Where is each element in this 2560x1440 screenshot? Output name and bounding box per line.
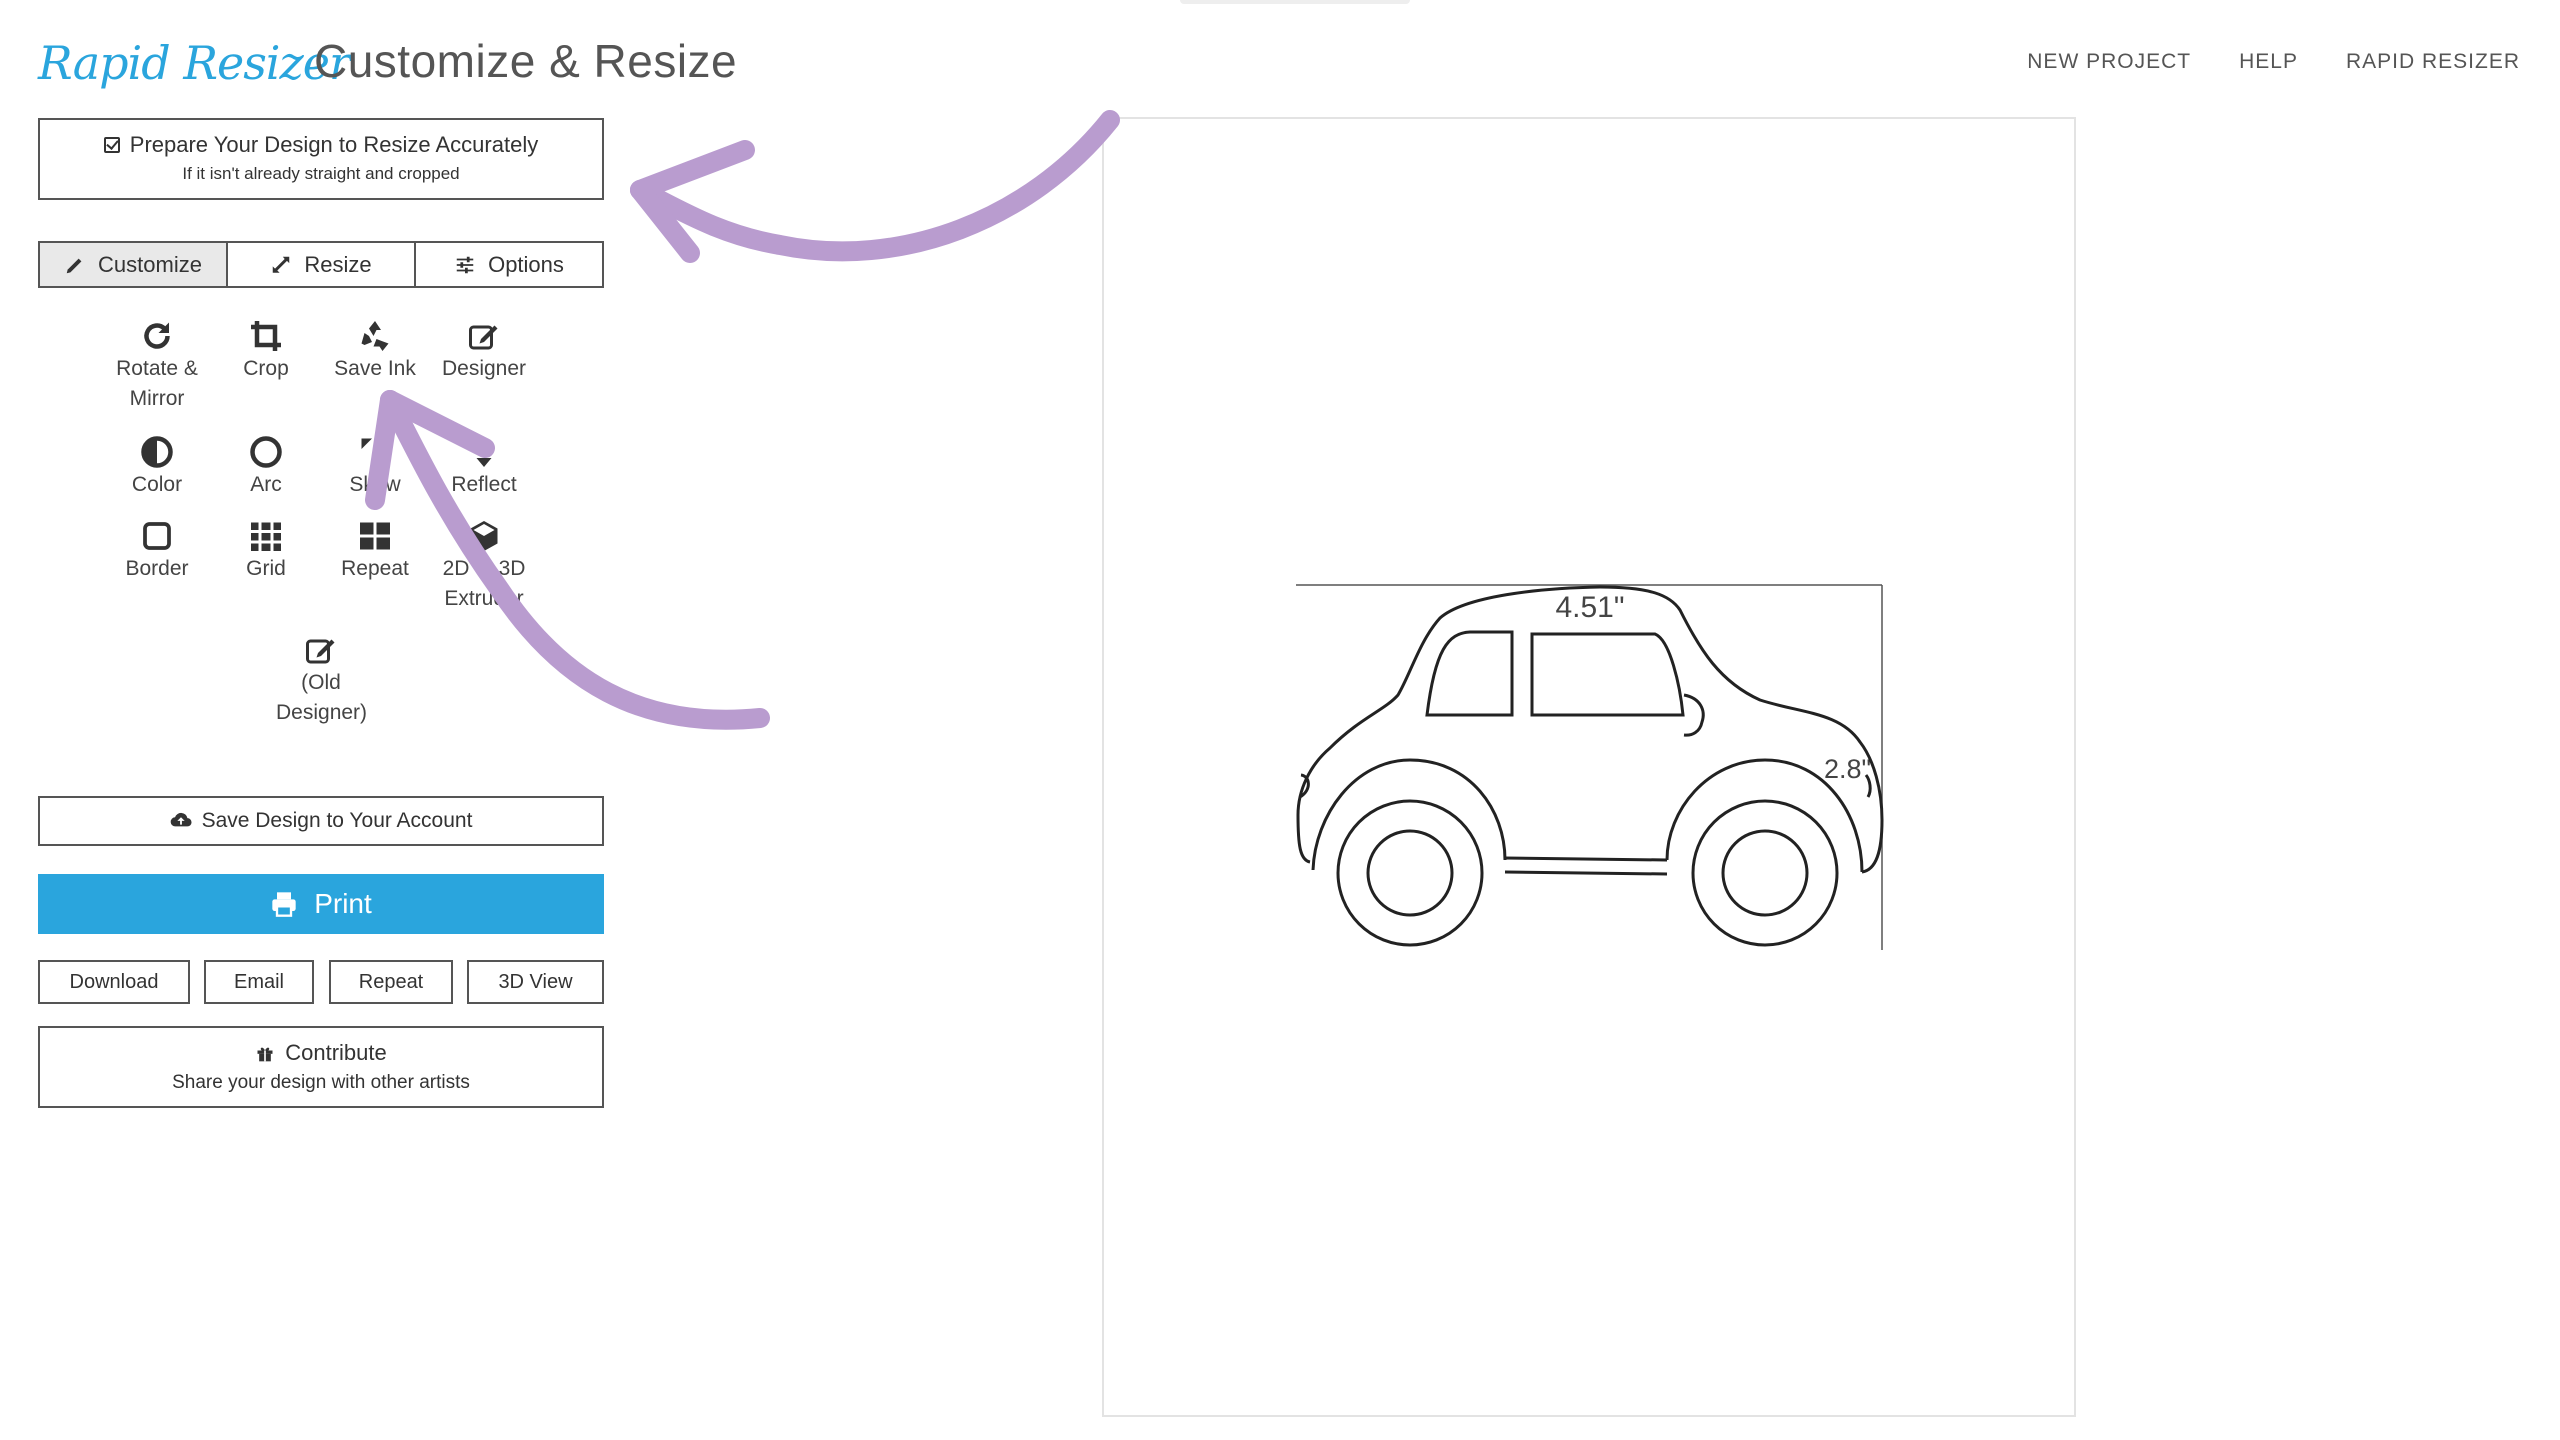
tool-label: Reflect [451,473,517,496]
tool-label: 2D to 3D Extruder [442,557,526,610]
tool-reflect[interactable]: Reflect [429,434,539,500]
tab-label: Options [488,251,564,277]
download-button[interactable]: Download [38,960,190,1004]
circle-icon [250,436,282,468]
grid-icon [251,522,281,551]
tool-label: Skew [349,473,401,496]
tool-old-designer[interactable]: (Old Designer) [266,632,376,728]
tool-label: Repeat [341,557,409,580]
tool-2d-to-3d-extruder[interactable]: 2D to 3D Extruder [429,518,539,614]
annotation-arrow-prepare [630,110,1120,263]
pencil-icon [66,258,82,273]
cloud-upload-icon [170,812,192,827]
tab-customize[interactable]: Customize [40,243,228,286]
tool-label: Grid [246,557,286,580]
tiles-icon [360,522,390,550]
tool-designer[interactable]: Designer [429,318,539,384]
contribute-subtitle: Share your design with other artists [172,1072,470,1093]
tool-label: Rotate & Mirror [116,357,198,410]
skew-icon [361,438,389,466]
reflect-icon [476,437,492,467]
save-design-button[interactable]: Save Design to Your Account [38,796,604,846]
gift-icon [257,1047,273,1062]
3d-view-button[interactable]: 3D View [467,960,604,1004]
prepare-design-button[interactable]: Prepare Your Design to Resize Accurately… [38,118,604,200]
prepare-subtitle: If it isn't already straight and cropped [182,164,460,183]
tool-border[interactable]: Border [102,518,212,584]
top-edge-shadow [1180,0,1410,4]
tab-label: Customize [98,251,202,277]
tool-repeat[interactable]: Repeat [320,518,430,584]
printer-icon [272,892,296,917]
rotate-icon [144,322,170,349]
contrast-icon [141,436,173,468]
print-label: Print [314,888,372,919]
square-icon [143,522,171,550]
print-button[interactable]: Print [38,874,604,934]
tool-label: Designer [441,357,527,380]
tab-options[interactable]: Options [416,243,602,286]
tool-arc[interactable]: Arc [211,434,321,500]
recycle-icon [361,321,389,351]
tool-label: Color [131,473,183,496]
crop-icon [251,321,281,351]
tool-label: Crop [243,357,289,380]
tool-color[interactable]: Color [102,434,212,500]
nav-rapid-resizer[interactable]: RAPID RESIZER [2346,50,2520,74]
edit-icon [306,639,335,664]
save-design-label: Save Design to Your Account [201,809,473,832]
tool-label: Save Ink [334,357,416,380]
prepare-title: Prepare Your Design to Resize Accurately [129,132,539,157]
logo-text: Rapid Resizer [38,36,351,90]
tool-skew[interactable]: Skew [320,434,430,500]
tool-label: (Old Designer) [276,671,368,724]
tab-label: Resize [304,251,372,277]
sliders-icon [456,256,474,273]
top-nav: NEW PROJECT HELP RAPID RESIZER [2027,50,2520,74]
rapid-resizer-logo[interactable]: Rapid Resizer [38,28,351,98]
tool-rotate-mirror[interactable]: Rotate & Mirror [102,318,212,414]
nav-new-project[interactable]: NEW PROJECT [2027,50,2191,74]
checkbox-icon [103,137,120,153]
email-button[interactable]: Email [204,960,314,1004]
tool-crop[interactable]: Crop [211,318,321,384]
tool-save-ink[interactable]: Save Ink [320,318,430,384]
edit-icon [469,325,498,350]
contribute-button[interactable]: Contribute Share your design with other … [38,1026,604,1108]
contribute-title: Contribute [285,1040,387,1065]
page-title: Customize & Resize [314,35,738,87]
tool-label: Arc [250,473,282,496]
expand-icon [273,256,290,273]
design-preview-canvas[interactable] [1102,117,2076,1417]
tab-resize[interactable]: Resize [228,243,416,286]
repeat-button[interactable]: Repeat [329,960,453,1004]
tab-bar: Customize Resize Options [38,241,604,288]
tool-grid[interactable]: Grid [211,518,321,584]
nav-help[interactable]: HELP [2239,50,2298,74]
tool-label: Border [125,557,189,580]
cube-icon [470,521,498,551]
